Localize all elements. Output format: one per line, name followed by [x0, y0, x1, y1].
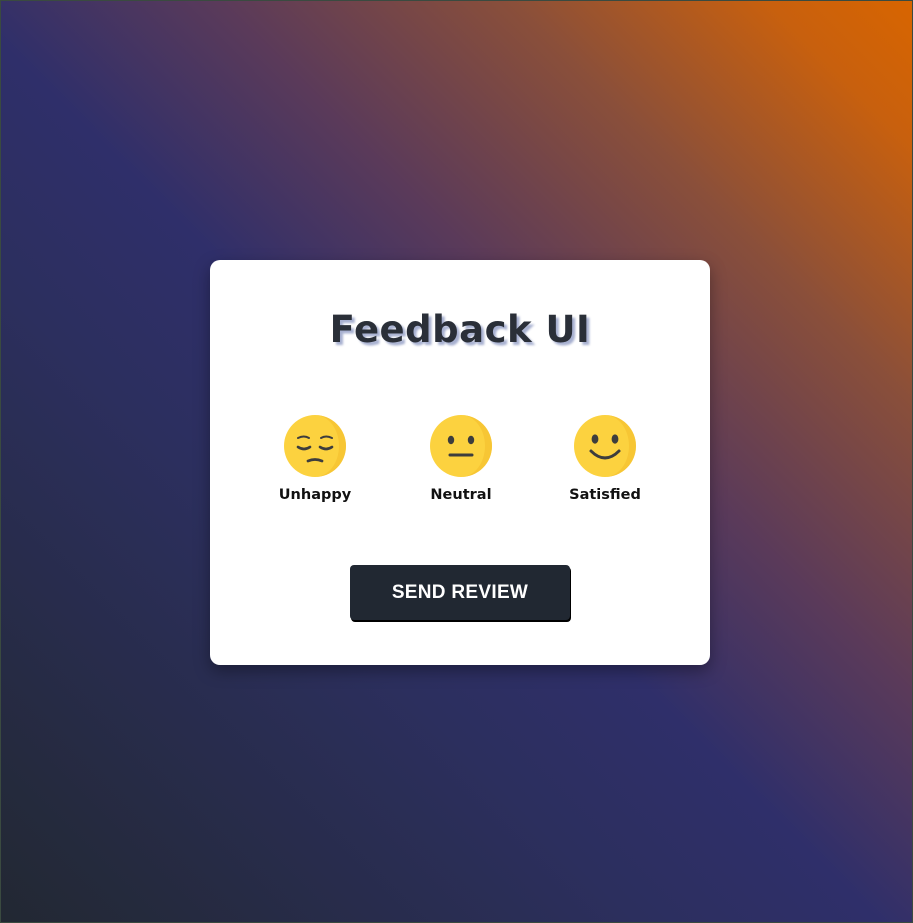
rating-option-unhappy[interactable]: Unhappy: [260, 414, 370, 503]
rating-label-satisfied: Satisfied: [569, 487, 641, 503]
rating-options: Unhappy Neutral Satisfied: [210, 414, 710, 514]
rating-option-neutral[interactable]: Neutral: [406, 414, 516, 503]
rating-label-neutral: Neutral: [430, 487, 492, 503]
page-title: Feedback UI: [329, 308, 591, 351]
neutral-face-icon: [430, 415, 492, 477]
rating-label-unhappy: Unhappy: [278, 487, 352, 503]
slightly-smiling-face-icon: [574, 415, 636, 477]
feedback-card: Feedback UI Unhappy Neutral Satisfied SE…: [210, 260, 710, 665]
rating-option-satisfied[interactable]: Satisfied: [550, 414, 660, 503]
pensive-face-icon: [284, 415, 346, 477]
send-review-button[interactable]: SEND REVIEW: [350, 565, 570, 620]
